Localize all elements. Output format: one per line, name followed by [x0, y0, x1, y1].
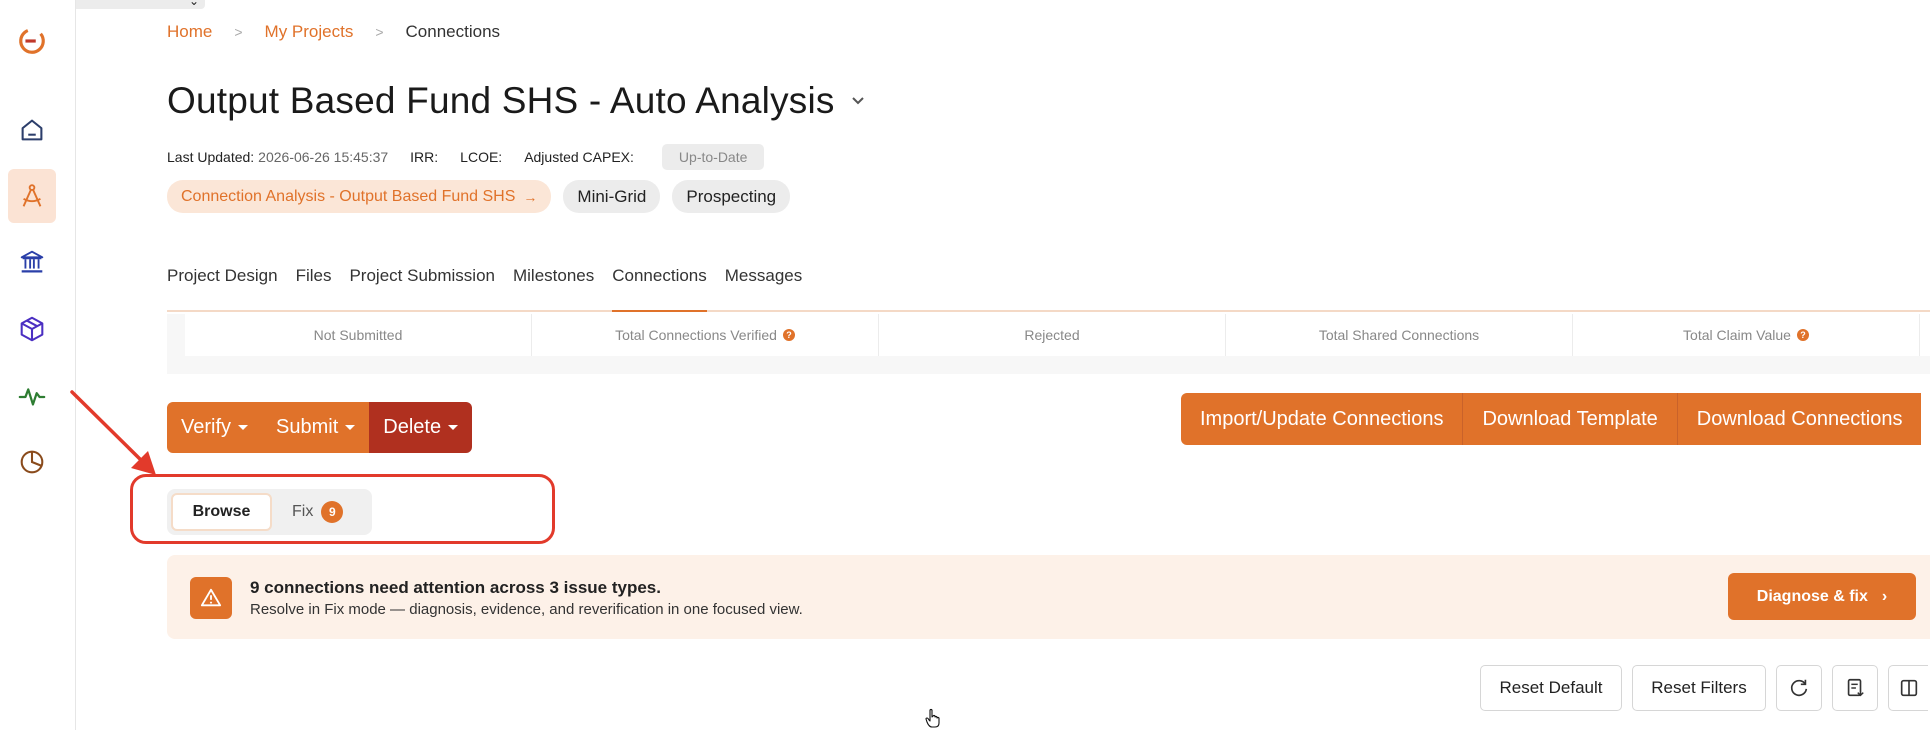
stat-label: Not Submitted	[313, 327, 403, 343]
project-meta: Last Updated: 2026-06-26 15:45:37 IRR: LC…	[167, 144, 765, 170]
help-icon[interactable]: ?	[1796, 329, 1809, 341]
bank-icon[interactable]	[8, 235, 56, 289]
caret-down-icon	[448, 425, 459, 430]
warning-icon	[190, 577, 232, 619]
tab-milestones[interactable]: Milestones	[513, 262, 594, 310]
caret-down-icon	[345, 425, 356, 430]
breadcrumb-current: Connections	[405, 22, 501, 41]
tab-files[interactable]: Files	[296, 262, 332, 310]
submit-label: Submit	[276, 416, 339, 438]
tab-project-design[interactable]: Project Design	[167, 262, 278, 310]
lcoe-label: LCOE:	[460, 149, 503, 165]
tab-messages[interactable]: Messages	[725, 262, 802, 310]
logo-icon[interactable]	[8, 14, 56, 68]
stat-rejected: Rejected	[879, 314, 1226, 356]
chevron-down-icon[interactable]	[849, 92, 867, 110]
sidebar	[0, 0, 76, 730]
export-button[interactable]	[1832, 665, 1878, 711]
document-download-icon	[1847, 678, 1864, 697]
last-updated: Last Updated: 2026-06-26 15:45:37	[167, 149, 388, 165]
arrow-right-icon: →	[523, 188, 538, 205]
attention-alert: 9 connections need attention across 3 is…	[167, 555, 1930, 639]
bulk-actions: Verify Submit Delete	[167, 402, 473, 453]
stat-label: Rejected	[1024, 327, 1080, 343]
stat-label: Total Connections Verified	[615, 327, 777, 343]
chevron-right-icon: >	[234, 24, 243, 40]
breadcrumb-home[interactable]: Home	[167, 22, 212, 42]
stat-claim-value: Total Claim Value?	[1573, 314, 1920, 356]
breadcrumb: Home > My Projects > Connections	[167, 22, 500, 42]
tab-project-submission[interactable]: Project Submission	[349, 262, 495, 310]
page-title: Output Based Fund SHS - Auto Analysis	[167, 80, 835, 121]
verify-label: Verify	[181, 416, 232, 438]
hand-cursor-icon	[925, 708, 940, 728]
download-connections-button[interactable]: Download Connections	[1676, 393, 1922, 445]
delete-button[interactable]: Delete	[369, 402, 473, 453]
activity-icon[interactable]	[8, 369, 56, 423]
main-content: Home > My Projects > Connections Output …	[167, 0, 1930, 730]
pie-chart-icon[interactable]	[8, 435, 56, 489]
chevron-right-icon: >	[375, 24, 384, 40]
connection-io-actions: Import/Update Connections Download Templ…	[1181, 393, 1922, 445]
status-badge: Up-to-Date	[661, 144, 765, 170]
chevron-right-icon: ›	[1881, 587, 1888, 605]
tag-stage: Prospecting	[672, 180, 791, 213]
diagnose-fix-button[interactable]: Diagnose & fix ›	[1728, 573, 1916, 620]
diagnose-fix-label: Diagnose & fix	[1756, 587, 1868, 605]
refresh-button[interactable]	[1776, 665, 1822, 711]
columns-icon	[1900, 679, 1917, 697]
irr-label: IRR:	[410, 149, 439, 165]
delete-label: Delete	[383, 416, 442, 438]
caret-down-icon	[238, 425, 249, 430]
project-tabs: Project Design Files Project Submission …	[167, 262, 1930, 312]
analysis-link-label: Connection Analysis - Output Based Fund …	[181, 187, 516, 205]
stat-label: Total Claim Value	[1683, 327, 1791, 343]
stat-verified: Total Connections Verified?	[532, 314, 879, 356]
home-icon[interactable]	[8, 103, 56, 157]
download-template-button[interactable]: Download Template	[1462, 393, 1676, 445]
compass-icon[interactable]	[8, 169, 56, 223]
help-icon[interactable]: ?	[782, 329, 795, 341]
stats-bar: Not Submitted Total Connections Verified…	[167, 314, 1930, 374]
reset-default-button[interactable]: Reset Default	[1480, 665, 1622, 711]
title-row: Output Based Fund SHS - Auto Analysis	[167, 80, 867, 122]
alert-subtitle: Resolve in Fix mode — diagnosis, evidenc…	[250, 601, 803, 618]
project-tags: Connection Analysis - Output Based Fund …	[167, 180, 791, 213]
breadcrumb-projects[interactable]: My Projects	[265, 22, 354, 42]
annotation-highlight-box	[130, 474, 555, 544]
capex-label: Adjusted CAPEX:	[524, 149, 634, 165]
submit-button[interactable]: Submit	[262, 402, 370, 453]
cube-icon[interactable]	[8, 302, 56, 356]
import-connections-button[interactable]: Import/Update Connections	[1181, 393, 1462, 445]
columns-button[interactable]	[1888, 665, 1928, 711]
stat-not-submitted: Not Submitted	[185, 314, 532, 356]
tag-grid-type: Mini-Grid	[563, 180, 661, 213]
alert-title: 9 connections need attention across 3 is…	[250, 578, 661, 597]
tab-connections[interactable]: Connections	[612, 262, 707, 312]
last-updated-label: Last Updated:	[167, 149, 255, 165]
reset-filters-button[interactable]: Reset Filters	[1632, 665, 1766, 711]
stat-label: Total Shared Connections	[1318, 327, 1480, 343]
last-updated-value: 2026-06-26 15:45:37	[258, 149, 389, 165]
verify-button[interactable]: Verify	[167, 402, 263, 453]
stat-shared: Total Shared Connections	[1226, 314, 1573, 356]
refresh-icon	[1790, 679, 1808, 697]
analysis-link[interactable]: Connection Analysis - Output Based Fund …	[167, 180, 552, 213]
